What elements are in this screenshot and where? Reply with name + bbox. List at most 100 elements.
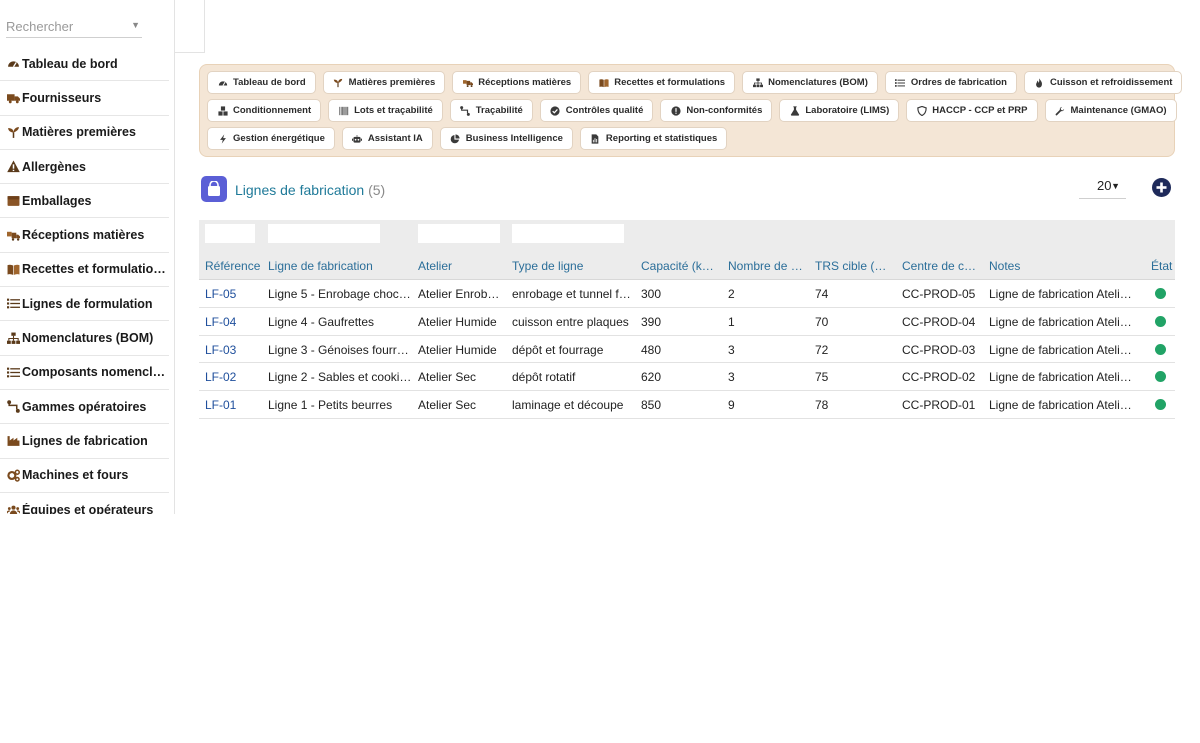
- shield-icon: [916, 105, 927, 116]
- column-header[interactable]: Notes: [989, 259, 1135, 273]
- sitemap-icon: [752, 77, 763, 88]
- table-cell: Atelier Humide: [418, 342, 497, 357]
- column-header[interactable]: Atelier: [418, 259, 506, 273]
- module-button[interactable]: Recettes et formulations: [588, 71, 736, 94]
- seedling-icon: [6, 126, 21, 139]
- table-cell: 75: [815, 370, 829, 385]
- sidebar-item[interactable]: Machines et fours: [0, 459, 169, 493]
- module-button[interactable]: Maintenance (GMAO): [1044, 99, 1177, 122]
- caret-down-icon[interactable]: ▼: [131, 20, 140, 30]
- column-header[interactable]: Centre de coût: [902, 259, 978, 273]
- module-button[interactable]: Contrôles qualité: [539, 99, 654, 122]
- table-row[interactable]: LF-05 Ligne 5 - Enrobage chocolat Atelier …: [199, 280, 1175, 308]
- sidebar-item[interactable]: Gammes opératoires: [0, 390, 169, 425]
- table-header: Référence Ligne de fabrication Atelier Type…: [199, 252, 1175, 280]
- module-button[interactable]: Ordres de fabrication: [884, 71, 1017, 94]
- reference-link[interactable]: LF-02: [205, 370, 261, 384]
- module-button-label: Tableau de bord: [233, 77, 306, 88]
- module-button[interactable]: Assistant IA: [341, 127, 433, 150]
- module-button[interactable]: Cuisson et refroidissement: [1023, 71, 1183, 94]
- wrench-icon: [1055, 105, 1066, 116]
- column-header[interactable]: Référence: [205, 259, 261, 273]
- table-row[interactable]: LF-03 Ligne 3 - Génoises fourrées Atelier …: [199, 336, 1175, 364]
- reference-link[interactable]: LF-01: [205, 398, 261, 412]
- module-button[interactable]: Matières premières: [322, 71, 446, 94]
- table-cell: dépôt et fourrage: [512, 342, 604, 357]
- sidebar-item-label: Lignes de fabrication: [22, 433, 148, 448]
- sidebar-item[interactable]: Lignes de fabrication: [0, 424, 169, 459]
- status-dot-icon: [1155, 315, 1166, 327]
- module-row: Tableau de bord Matières premières Récepti…: [207, 71, 1183, 95]
- sidebar-item[interactable]: Équipes et opérateurs: [0, 493, 169, 514]
- search-input[interactable]: [6, 14, 124, 38]
- table-cell: 74: [815, 287, 829, 301]
- sidebar-item[interactable]: Tableau de bord: [0, 47, 169, 82]
- sidebar-menu: Tableau de bord Fournisseurs Matières prem…: [0, 47, 169, 514]
- filter-reference[interactable]: [205, 224, 255, 243]
- status-dot-icon: [1155, 288, 1166, 299]
- page-size-select[interactable]: 20 ▼: [1079, 178, 1126, 199]
- sidebar-item[interactable]: Recettes et formulations: [0, 253, 169, 288]
- table-body: LF-05 Ligne 5 - Enrobage chocolat Atelier …: [199, 280, 1175, 419]
- column-header[interactable]: Ligne de fabrication: [268, 259, 412, 273]
- table-cell: Atelier Enrobage: [418, 287, 506, 301]
- column-header[interactable]: TRS cible (pourcentage): [815, 259, 893, 273]
- data-table: Référence Ligne de fabrication Atelier Type…: [199, 220, 1175, 419]
- table-row[interactable]: LF-02 Ligne 2 - Sables et cookies Atelier …: [199, 363, 1175, 392]
- sidebar-item-label: Recettes et formulations: [22, 262, 167, 277]
- reference-link[interactable]: LF-03: [205, 343, 261, 357]
- sidebar-item[interactable]: Lignes de formulation: [0, 287, 169, 322]
- table-row[interactable]: LF-04 Ligne 4 - Gaufrettes Atelier Humide c…: [199, 308, 1175, 336]
- sidebar-item-label: Emballages: [22, 193, 92, 208]
- page-title-text: Lignes de fabrication: [235, 182, 365, 198]
- module-button[interactable]: Non-conformités: [660, 99, 773, 122]
- table-cell: 3: [728, 370, 735, 385]
- users-icon: [6, 503, 21, 514]
- module-button-label: Conditionnement: [233, 105, 312, 116]
- module-button-label: Recettes et formulations: [614, 77, 726, 88]
- sidebar-item[interactable]: Emballages: [0, 184, 169, 219]
- column-header[interactable]: Nombre de postes: [728, 259, 807, 273]
- table-cell: Ligne 2 - Sables et cookies: [268, 370, 412, 385]
- module-button-label: Assistant IA: [367, 133, 423, 144]
- module-button[interactable]: HACCP - CCP et PRP: [906, 99, 1038, 122]
- module-button[interactable]: Laboratoire (LIMS): [779, 99, 900, 122]
- module-button[interactable]: Traçabilité: [449, 99, 533, 122]
- reference-link[interactable]: LF-05: [205, 287, 261, 301]
- sidebar-item[interactable]: Nomenclatures (BOM): [0, 321, 169, 356]
- table-cell: 9: [728, 398, 735, 413]
- column-header[interactable]: État: [1151, 259, 1175, 273]
- module-button[interactable]: Reporting et statistiques: [579, 127, 728, 150]
- add-record-button[interactable]: [1152, 178, 1171, 197]
- filter-atelier[interactable]: [418, 224, 500, 243]
- module-button[interactable]: Conditionnement: [207, 99, 322, 122]
- reference-link[interactable]: LF-04: [205, 315, 261, 329]
- table-cell: CC-PROD-04: [902, 314, 976, 329]
- sidebar-item[interactable]: Matières premières: [0, 116, 169, 150]
- table-row[interactable]: LF-01 Ligne 1 - Petits beurres Atelier Sec…: [199, 391, 1175, 419]
- column-header[interactable]: Type de ligne: [512, 259, 634, 273]
- module-button[interactable]: Réceptions matières: [452, 71, 582, 94]
- module-button[interactable]: Lots et traçabilité: [328, 99, 443, 122]
- module-button-label: Maintenance (GMAO): [1070, 105, 1167, 116]
- module-button[interactable]: Gestion énergétique: [207, 127, 335, 150]
- filter-type[interactable]: [512, 224, 624, 243]
- truck-icon: [6, 91, 21, 104]
- table-cell: Ligne 1 - Petits beurres: [268, 398, 393, 413]
- module-button[interactable]: Business Intelligence: [439, 127, 573, 150]
- sidebar-item[interactable]: Allergènes: [0, 150, 169, 185]
- sidebar-item[interactable]: Réceptions matières: [0, 218, 169, 253]
- sidebar-item[interactable]: Composants nomenclature: [0, 356, 169, 390]
- table-cell: 620: [641, 370, 662, 385]
- module-button[interactable]: Tableau de bord: [207, 71, 316, 94]
- sidebar-item-label: Gammes opératoires: [22, 399, 147, 414]
- bolt-icon: [217, 133, 228, 144]
- filter-ligne[interactable]: [268, 224, 380, 243]
- search-box[interactable]: ▼: [6, 14, 142, 38]
- module-button[interactable]: Nomenclatures (BOM): [742, 71, 878, 94]
- column-header[interactable]: Capacité (kg/h): [641, 259, 718, 273]
- exclamation-circle-icon: [670, 105, 681, 116]
- sidebar-item[interactable]: Fournisseurs: [0, 81, 169, 116]
- sidebar-item-label: Lignes de formulation: [22, 296, 153, 311]
- module-button-label: Laboratoire (LIMS): [805, 105, 890, 116]
